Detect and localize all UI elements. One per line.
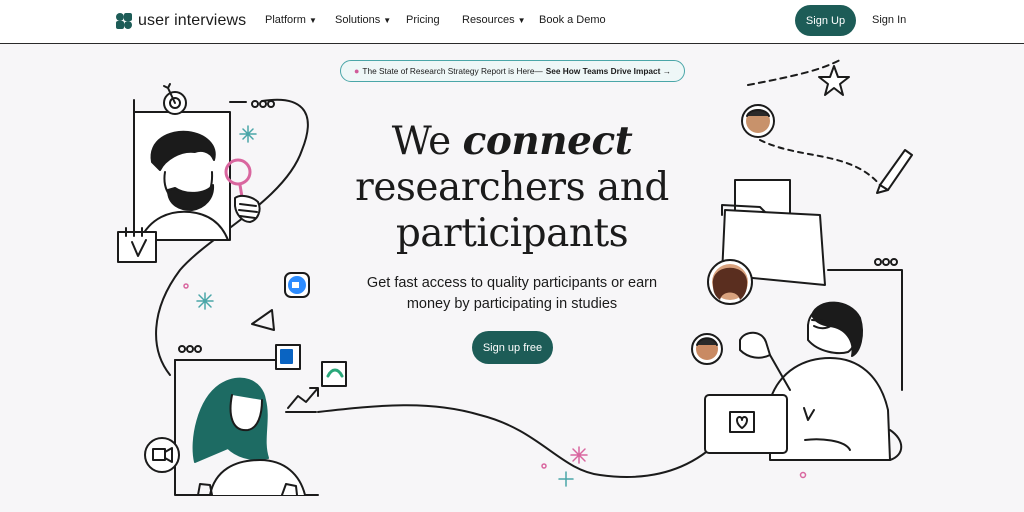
trend-chart-icon [285, 387, 319, 413]
app-icon [321, 361, 347, 387]
sparkle-icon [196, 292, 214, 310]
dot-decoration [541, 463, 547, 469]
sparkle-icon [558, 471, 574, 487]
hero-heading-line-2: researchers and [355, 165, 669, 210]
target-icon [163, 83, 187, 115]
pencil-icon [876, 149, 913, 194]
hero-heading-line-3: participants [395, 211, 629, 256]
sparkle-icon [570, 446, 588, 464]
outlook-icon [275, 344, 301, 370]
calendar-icon [117, 227, 157, 263]
video-camera-icon [144, 437, 180, 473]
dot-decoration [183, 283, 189, 289]
avatar [691, 333, 723, 365]
dot-decoration [799, 471, 807, 479]
star-icon [818, 65, 850, 96]
participant-person [704, 301, 903, 461]
hero-heading-line-1: We connect [300, 118, 724, 165]
hero-heading: We connect researchers and participants [300, 118, 724, 257]
hero-heading-emphasis: connect [462, 118, 633, 164]
dashed-path [759, 139, 881, 186]
hero-heading-text: We [391, 119, 452, 164]
sparkle-icon [239, 125, 257, 143]
sign-up-free-button[interactable]: Sign up free [472, 331, 553, 364]
hero-subtitle: Get fast access to quality participants … [300, 273, 724, 315]
researcher-frame [133, 99, 275, 241]
avatar [741, 104, 775, 138]
hero-subtitle-line-1: Get fast access to quality participants … [366, 275, 658, 291]
triangle-icon [251, 309, 275, 331]
hero-subtitle-line-2: money by participating in studies [406, 296, 618, 312]
swoosh-line [317, 404, 721, 478]
